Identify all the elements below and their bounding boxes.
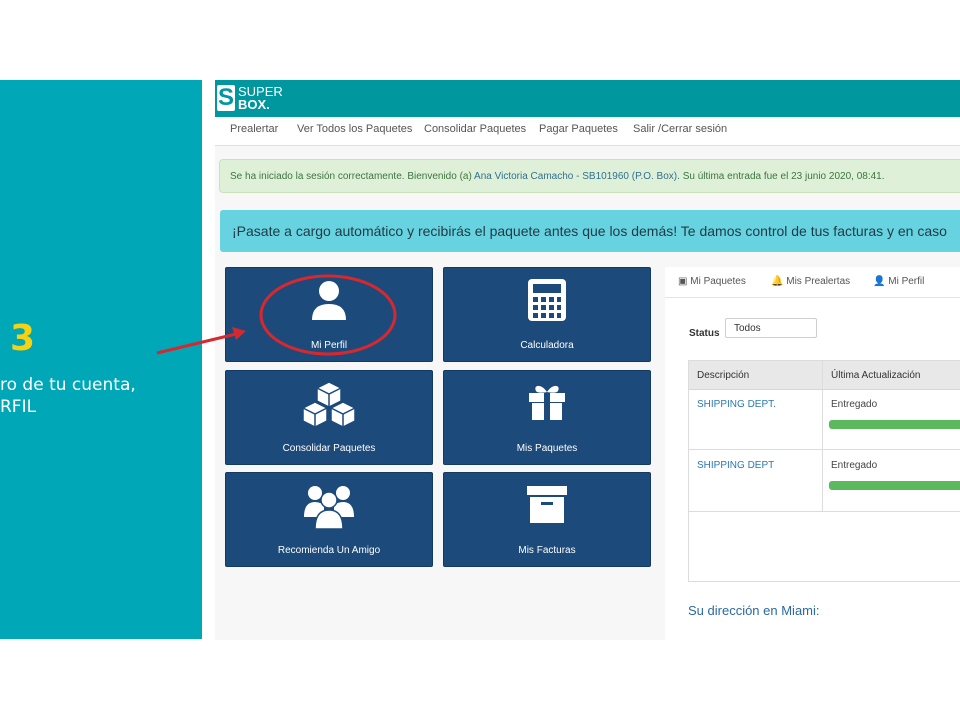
arrow-head-icon	[232, 327, 246, 340]
highlight-circle	[259, 274, 397, 356]
annotation-overlay	[156, 274, 397, 356]
annotation-arrow	[156, 332, 237, 355]
